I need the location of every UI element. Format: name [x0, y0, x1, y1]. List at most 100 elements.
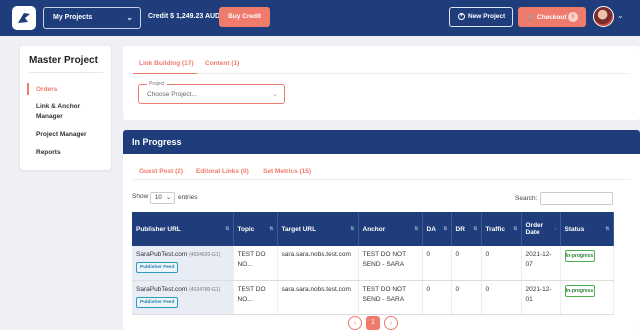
column-dr[interactable]: DR ⇅: [451, 212, 482, 246]
column-status[interactable]: Status ⇅: [560, 212, 614, 246]
sort-icon: ⇅: [414, 226, 419, 232]
tab-editoral-links[interactable]: Editoral Links (0): [196, 168, 249, 175]
checkout-count-badge: 0: [568, 12, 578, 22]
status-badge[interactable]: In-progress: [564, 284, 595, 297]
column-da[interactable]: DA ⇅: [422, 212, 452, 246]
sort-icon: ⇅: [269, 226, 274, 232]
column-label: Status: [564, 225, 585, 233]
table-row[interactable]: SaraPubTest.com (4024920-G1) Publisher F…: [132, 246, 614, 281]
column-label: Order Date: [525, 222, 544, 236]
project-field-label: Project: [147, 81, 167, 87]
status-cell: In-progress: [560, 280, 614, 315]
chevron-down-icon: ⌄: [126, 13, 133, 22]
top-bar: My Projects ⌄ Credit $ 1,249.23 AUD Buy …: [0, 0, 640, 36]
sort-icon: ⇅: [473, 226, 478, 232]
publisher-url[interactable]: SaraPubTest.com: [136, 286, 187, 293]
active-indicator: [27, 83, 29, 95]
project-field-value: Choose Project...: [147, 91, 197, 98]
table-row[interactable]: SaraPubTest.com (4024780-G1) Publisher F…: [132, 280, 614, 315]
show-label: Show: [132, 193, 149, 200]
search-input[interactable]: [540, 192, 613, 205]
column-topic[interactable]: Topic ⇅: [233, 212, 278, 246]
new-project-button[interactable]: + New Project: [449, 7, 513, 27]
column-order-date[interactable]: Order Date ↓: [521, 212, 561, 246]
column-label: Anchor: [362, 225, 386, 233]
publisher-cell: SaraPubTest.com (4024920-G1) Publisher F…: [132, 246, 234, 281]
column-anchor[interactable]: Anchor ⇅: [358, 212, 423, 246]
sort-icon: ⇅: [605, 226, 610, 232]
filter-card: Link Building (17) Content (1) Project C…: [123, 46, 640, 120]
sidebar: Master Project Orders Link & Anchor Mana…: [20, 46, 111, 170]
chevron-down-icon[interactable]: ⌄: [617, 11, 624, 20]
tab-content[interactable]: Content (1): [205, 60, 239, 67]
order-type-tabs: Link Building (17) Content (1): [133, 60, 630, 74]
sort-icon: ↓: [554, 226, 557, 232]
new-project-label: New Project: [468, 13, 506, 21]
sort-icon: ⇅: [350, 226, 355, 232]
publisher-feed-badge[interactable]: Publisher Feed: [136, 262, 179, 273]
entries-per-page-value: 10: [155, 195, 162, 201]
column-traffic[interactable]: Traffic ⇅: [481, 212, 522, 246]
publisher-id: (4024780-G1): [189, 286, 221, 293]
anchor-cell: TEST DO NOT SEND - SARA: [358, 246, 423, 281]
avatar[interactable]: [593, 6, 614, 27]
sidebar-item-link-anchor-manager[interactable]: Link & Anchor: [36, 102, 80, 112]
checkout-label: Checkout: [536, 14, 567, 21]
tab-link-building[interactable]: Link Building (17): [139, 60, 194, 67]
column-label: DA: [426, 225, 436, 233]
entries-per-page-select[interactable]: 10 ⌄: [150, 192, 175, 204]
publisher-url[interactable]: SaraPubTest.com: [136, 251, 187, 258]
app-logo[interactable]: [12, 6, 36, 30]
tab-set-metrics[interactable]: Set Metrics (15): [263, 168, 311, 175]
current-page-button[interactable]: 1: [366, 316, 380, 330]
topic-cell: TEST DO NO...: [233, 246, 278, 281]
order-date-cell: 2021-12-07: [521, 246, 561, 281]
in-progress-header: In Progress: [123, 130, 640, 154]
table-header-row: Publisher URL ⇅ Topic ⇅ Target URL ⇅ Anchor…: [132, 212, 614, 246]
entries-label: entries: [178, 194, 198, 201]
column-label: Target URL: [281, 225, 317, 233]
sidebar-item-project-manager[interactable]: Project Manager: [36, 130, 87, 140]
status-badge[interactable]: In-progress: [564, 250, 595, 262]
search-label: Search:: [515, 195, 538, 202]
order-status-tabs: Guest Post (2) Editoral Links (0) Set Me…: [132, 166, 631, 180]
credit-balance: Credit $ 1,249.23 AUD: [148, 13, 221, 20]
cart-icon: 🛒: [527, 14, 536, 21]
next-page-button[interactable]: ›: [384, 316, 398, 330]
target-url-cell: sara.sara.nobs.test.com: [277, 246, 359, 281]
choose-project-select[interactable]: Project Choose Project... ⌄: [138, 81, 285, 104]
in-progress-card: In Progress Guest Post (2) Editoral Link…: [123, 130, 640, 330]
da-cell: 0: [422, 246, 452, 281]
project-selector[interactable]: My Projects ⌄: [43, 7, 141, 29]
target-url-cell: sara.sara.nobs.test.com: [277, 280, 359, 315]
da-cell: 0: [422, 280, 452, 315]
tab-guest-post[interactable]: Guest Post (2): [139, 168, 183, 175]
chevron-down-icon: ⌄: [165, 195, 171, 201]
sidebar-item-orders[interactable]: Orders: [36, 85, 57, 95]
column-label: DR: [455, 225, 465, 233]
plus-circle-icon: +: [458, 13, 465, 20]
previous-page-button[interactable]: ‹: [348, 316, 362, 330]
sidebar-divider: [29, 72, 103, 73]
buy-credit-button[interactable]: Buy Credit: [219, 7, 270, 27]
sidebar-item-link-anchor-manager-line2[interactable]: Manager: [36, 112, 63, 122]
active-tab-underline: [133, 73, 197, 74]
checkout-button[interactable]: 🛒 Checkout 0: [518, 7, 586, 27]
column-label: Traffic: [485, 225, 506, 233]
sort-icon: ⇅: [225, 226, 230, 232]
column-publisher-url[interactable]: Publisher URL ⇅: [132, 212, 234, 246]
publisher-feed-badge[interactable]: Publisher Feed: [136, 296, 179, 308]
sidebar-title: Master Project: [29, 55, 98, 66]
dr-cell: 0: [451, 246, 482, 281]
logo-icon: [18, 13, 30, 23]
status-cell: In-progress: [560, 246, 614, 281]
traffic-cell: 0: [481, 246, 522, 281]
chevron-down-icon: ⌄: [272, 91, 278, 98]
sidebar-item-reports[interactable]: Reports: [36, 148, 61, 158]
sort-icon: ⇅: [513, 226, 518, 232]
in-progress-title: In Progress: [132, 137, 182, 147]
order-date-cell: 2021-12-01: [521, 280, 561, 315]
column-target-url[interactable]: Target URL ⇅: [277, 212, 359, 246]
sort-icon: ⇅: [443, 226, 448, 232]
dr-cell: 0: [451, 280, 482, 315]
